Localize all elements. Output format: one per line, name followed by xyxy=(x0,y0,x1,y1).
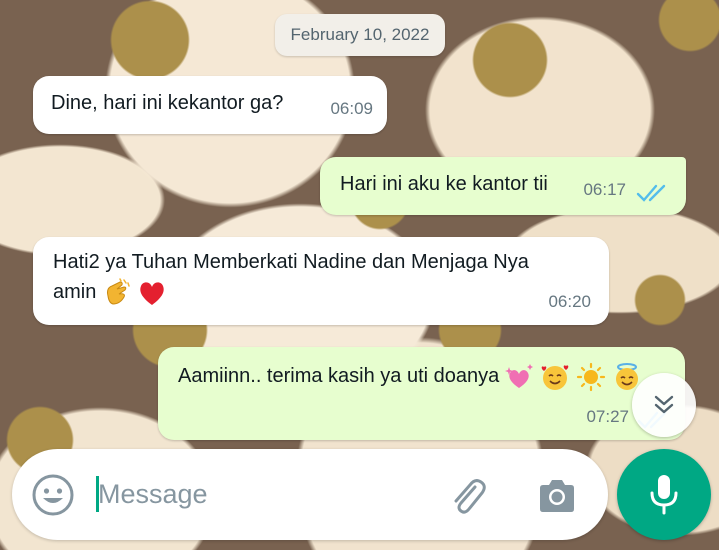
message-text-line-2: amin xyxy=(53,281,97,303)
message-bubble-outgoing[interactable]: Aamiinn.. terima kasih ya uti doanya 07:… xyxy=(158,347,685,440)
message-text: Aamiinn.. terima kasih ya uti doanya xyxy=(178,365,500,387)
mic-button[interactable] xyxy=(617,449,711,540)
message-time: 06:20 xyxy=(548,292,591,311)
message-time: 06:09 xyxy=(330,99,373,118)
mic-icon xyxy=(650,474,678,514)
message-time: 07:27 xyxy=(586,407,629,426)
message-text: Hari ini aku ke kantor tii xyxy=(340,173,548,195)
red-heart-emoji-icon xyxy=(140,282,165,305)
emoji-icon[interactable] xyxy=(30,472,76,518)
sparkling-hearts-emoji-icon xyxy=(504,363,533,388)
read-ticks-icon xyxy=(636,184,666,202)
message-input[interactable]: Message xyxy=(98,476,208,512)
date-separator: February 10, 2022 xyxy=(275,14,445,56)
clapping-hands-emoji-icon xyxy=(106,277,130,305)
message-bubble-outgoing[interactable]: Hari ini aku ke kantor tii 06:17 xyxy=(320,157,686,215)
message-text: Dine, hari ini kekantor ga? xyxy=(51,92,284,114)
message-time: 06:17 xyxy=(583,180,626,199)
message-bubble-incoming[interactable]: Hati2 ya Tuhan Memberkati Nadine dan Men… xyxy=(33,237,609,325)
camera-icon[interactable] xyxy=(534,474,580,518)
scroll-to-bottom-button[interactable] xyxy=(632,373,696,437)
paperclip-icon[interactable] xyxy=(445,473,491,519)
date-label: February 10, 2022 xyxy=(290,25,430,44)
message-text-line-1: Hati2 ya Tuhan Memberkati Nadine dan Men… xyxy=(53,251,529,273)
message-bubble-incoming[interactable]: Dine, hari ini kekantor ga? 06:09 xyxy=(33,76,387,134)
double-chevron-down-icon xyxy=(654,395,674,414)
sun-emoji-icon xyxy=(576,362,606,391)
message-composer: Message xyxy=(12,449,608,540)
smiling-face-with-hearts-emoji-icon xyxy=(542,365,569,390)
